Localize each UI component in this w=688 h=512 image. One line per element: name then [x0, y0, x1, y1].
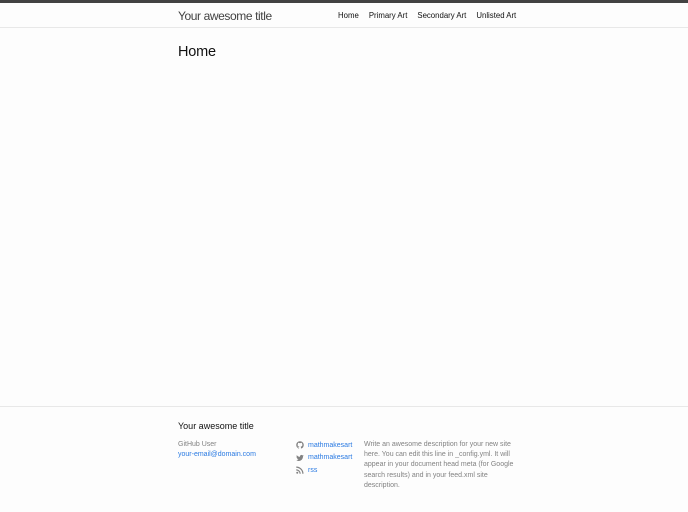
site-footer: Your awesome title GitHub User your-emai…	[0, 406, 688, 512]
site-header: Your awesome title Home Primary Art Seco…	[0, 3, 688, 28]
twitter-icon	[296, 454, 304, 461]
footer-email-link[interactable]: your-email@domain.com	[178, 450, 256, 460]
page-title: Home	[178, 44, 216, 60]
github-link[interactable]: mathmakesart	[308, 442, 352, 449]
github-icon	[296, 441, 304, 449]
rss-icon	[296, 466, 304, 474]
site-description: Write an awesome description for your ne…	[364, 441, 514, 489]
footer-name: GitHub User	[178, 441, 217, 448]
rss-link[interactable]: rss	[308, 467, 317, 474]
site-nav: Home Primary Art Secondary Art Unlisted …	[338, 11, 516, 20]
social-item-twitter: mathmakesart	[296, 452, 352, 465]
social-item-rss: rss	[296, 464, 352, 477]
nav-link-secondary-art[interactable]: Secondary Art	[417, 11, 466, 20]
nav-link-unlisted-art[interactable]: Unlisted Art	[476, 11, 516, 20]
site-title-link[interactable]: Your awesome title	[178, 9, 272, 23]
nav-link-primary-art[interactable]: Primary Art	[369, 11, 408, 20]
footer-contact: GitHub User your-email@domain.com	[178, 440, 256, 460]
twitter-link[interactable]: mathmakesart	[308, 454, 352, 461]
nav-link-home[interactable]: Home	[338, 11, 359, 20]
footer-social-list: mathmakesart mathmakesart rss	[296, 439, 352, 477]
footer-heading: Your awesome title	[178, 421, 254, 431]
social-item-github: mathmakesart	[296, 439, 352, 452]
